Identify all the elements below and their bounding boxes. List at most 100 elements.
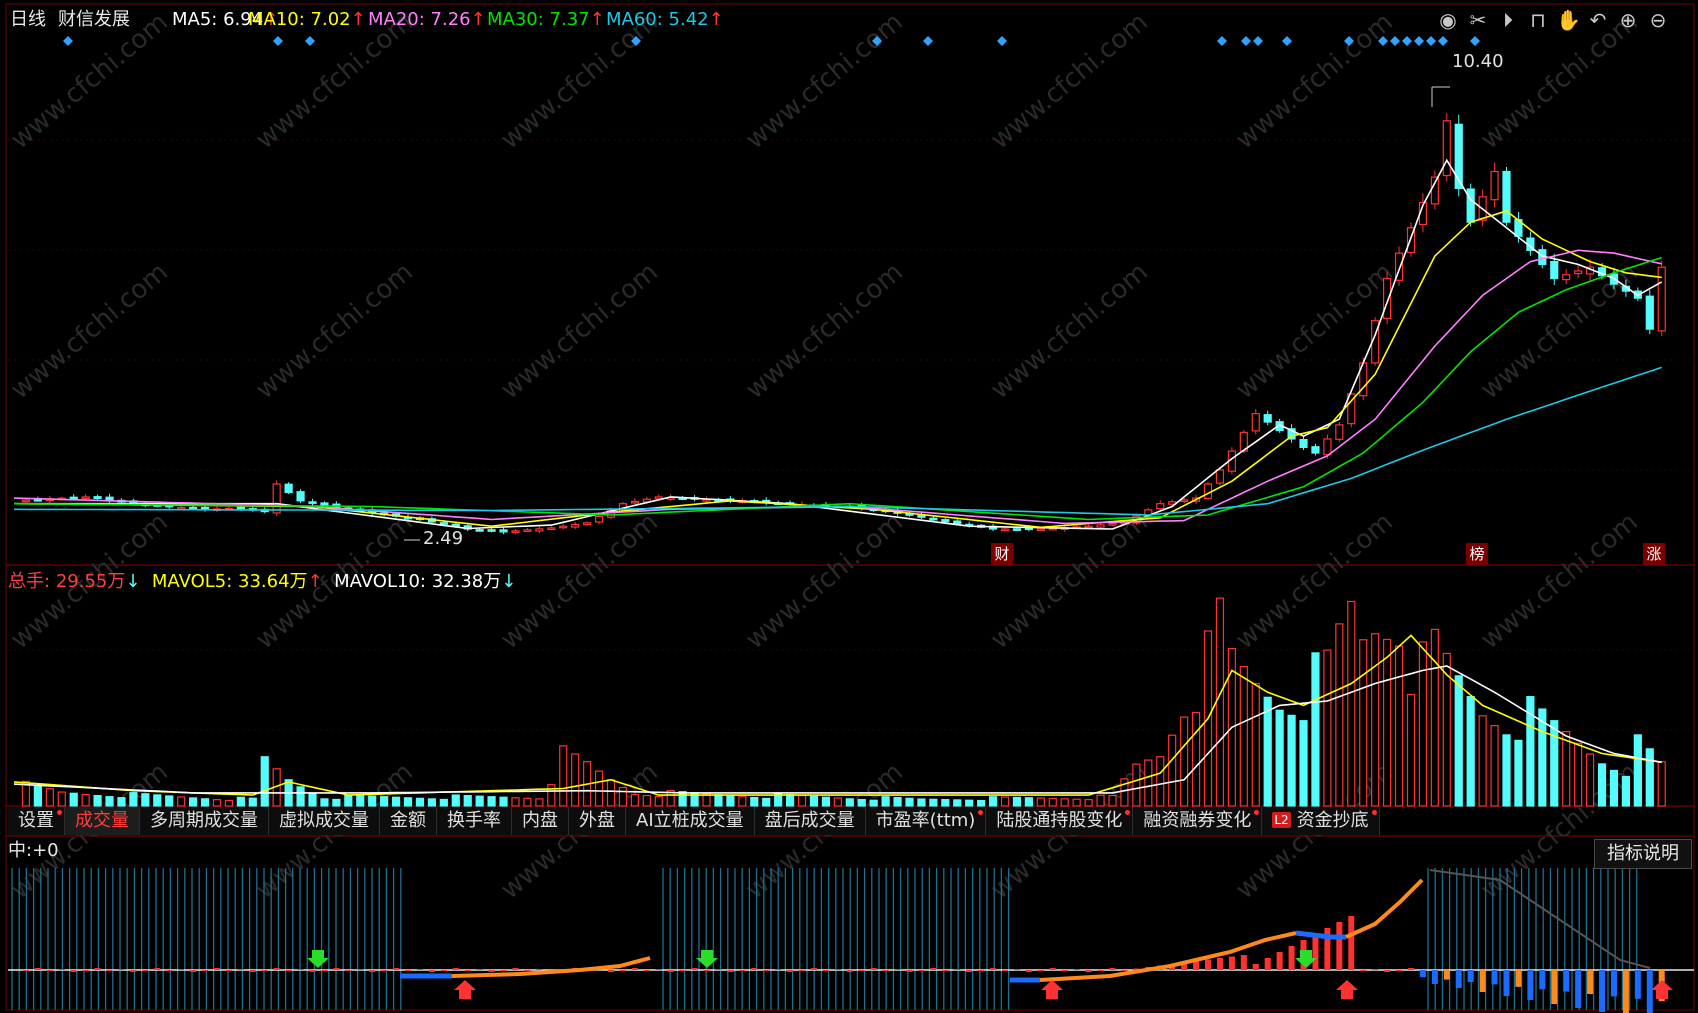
tab-volume-label: 成交量: [75, 810, 129, 831]
indicator-bar: [1396, 970, 1403, 971]
tab-settings[interactable]: 设置: [8, 807, 65, 835]
hand-icon[interactable]: ✋: [1556, 8, 1581, 32]
candle-body: [1251, 413, 1260, 432]
play-icon[interactable]: ⏵: [1496, 8, 1520, 32]
tab-fund-bottom[interactable]: L2 资金抄底: [1262, 807, 1380, 835]
indicator-bar: [345, 970, 352, 971]
volume-bar: [1048, 797, 1057, 807]
badge-bang[interactable]: 榜: [1466, 543, 1488, 565]
candle-body: [69, 496, 78, 500]
undo-icon[interactable]: ↶: [1586, 8, 1610, 32]
watermark: www.cfchi.com: [1475, 507, 1644, 655]
indicator-bar: [1407, 968, 1414, 970]
zoom-out-icon[interactable]: ⊖: [1646, 8, 1670, 32]
watermark: www.cfchi.com: [740, 507, 909, 655]
tab-volume[interactable]: 成交量: [65, 807, 140, 835]
tab-ai-volume[interactable]: AI立桩成交量: [626, 807, 755, 835]
mavol5-arrow: ↑: [307, 571, 323, 592]
event-diamond: [1390, 36, 1400, 46]
candle-body: [1562, 274, 1571, 281]
indicator-bar: [285, 970, 292, 971]
ma30-arrow: ↑: [589, 9, 605, 30]
badge-zhang[interactable]: 涨: [1643, 543, 1665, 565]
eye-icon[interactable]: ◉: [1436, 8, 1460, 32]
indicator-bar: [1587, 970, 1594, 994]
indicator-bar: [667, 970, 674, 972]
volume-bar: [833, 797, 842, 807]
tab-northbound-holding[interactable]: 陆股通持股变化: [986, 807, 1134, 835]
volume-bar: [93, 794, 102, 807]
tab-margin-change[interactable]: 融资融券变化: [1133, 807, 1263, 835]
candle-body: [535, 528, 544, 532]
volume-bar: [1156, 756, 1165, 807]
indicator-explain-button[interactable]: 指标说明: [1594, 839, 1692, 869]
volume-bar: [1621, 775, 1631, 807]
indicator-bar: [393, 968, 400, 970]
indicator-bar: [1348, 916, 1355, 970]
indicator-bar: [333, 968, 340, 970]
volume-bar: [475, 795, 484, 807]
event-diamond: [305, 36, 315, 46]
volume-bar: [1180, 716, 1189, 807]
event-diamond: [1438, 36, 1448, 46]
volume-bar: [1024, 797, 1034, 807]
candle-body: [272, 483, 281, 514]
indicator-bar: [1455, 970, 1462, 988]
tab-outer-volume[interactable]: 外盘: [569, 807, 626, 835]
lock-icon[interactable]: ⊓: [1526, 8, 1550, 32]
volume-bar: [117, 797, 126, 807]
tab-inner-volume[interactable]: 内盘: [512, 807, 569, 835]
tab-amount[interactable]: 金额: [380, 807, 437, 835]
ma10-label: MA10:: [248, 9, 305, 30]
badge-cai[interactable]: 财: [991, 543, 1013, 565]
volume-bar: [630, 793, 639, 807]
scissors-icon[interactable]: ✂: [1466, 8, 1490, 32]
candle-body: [1263, 414, 1272, 423]
candle-body: [953, 520, 962, 525]
indicator-bar: [1646, 970, 1653, 1013]
candle-body: [1000, 528, 1010, 532]
event-diamond: [273, 36, 283, 46]
watermark: www.cfchi.com: [5, 257, 174, 405]
tab-fund-bottom-label: 资金抄底: [1296, 810, 1369, 831]
volume-bar: [785, 794, 795, 807]
zoom-in-icon[interactable]: ⊕: [1616, 8, 1640, 32]
volume-bar: [1466, 696, 1475, 807]
volume-bar: [1394, 645, 1404, 807]
volume-bar: [1645, 748, 1654, 807]
tab-pe-ttm[interactable]: 市盈率(ttm): [865, 807, 987, 835]
volume-bar: [1132, 763, 1141, 807]
volume-bar: [415, 797, 425, 807]
tab-turnover[interactable]: 换手率: [437, 807, 512, 835]
volume-bar: [726, 795, 735, 807]
volume-bar: [177, 796, 186, 807]
indicator-bar: [1205, 959, 1211, 970]
indicator-bar: [739, 970, 746, 971]
indicator-bar: [106, 970, 113, 971]
red-up-arrow: [1041, 980, 1063, 999]
volume-bar: [1000, 796, 1010, 807]
volume-bar: [403, 797, 413, 807]
watermark: www.cfchi.com: [495, 507, 664, 655]
signal-curve: [1039, 931, 1297, 982]
candle-body: [571, 523, 580, 528]
indicator-bar: [381, 970, 388, 971]
volume-bar: [1323, 649, 1332, 807]
tab-virtual-volume[interactable]: 虚拟成交量: [269, 807, 380, 835]
indicator-bar: [918, 970, 925, 971]
candle-body: [559, 525, 568, 529]
indicator-bar: [213, 968, 220, 970]
period-label[interactable]: 日线: [10, 8, 46, 32]
candle-body: [1466, 188, 1475, 223]
stock-chart[interactable]: www.cfchi.com www.cfchi.com www.cfchi.com w…: [0, 0, 1698, 1013]
indicator-bar: [22, 970, 29, 971]
indicator-bar: [1025, 970, 1032, 972]
volume-bar: [260, 756, 269, 807]
volume-bar: [1347, 600, 1356, 807]
tab-after-hours-volume[interactable]: 盘后成交量: [754, 807, 866, 835]
indicator-bar: [440, 970, 447, 971]
volume-bar: [224, 799, 234, 807]
candle-body: [296, 491, 305, 502]
volume-bar: [1382, 638, 1392, 807]
tab-multi-period-volume[interactable]: 多周期成交量: [140, 807, 269, 835]
